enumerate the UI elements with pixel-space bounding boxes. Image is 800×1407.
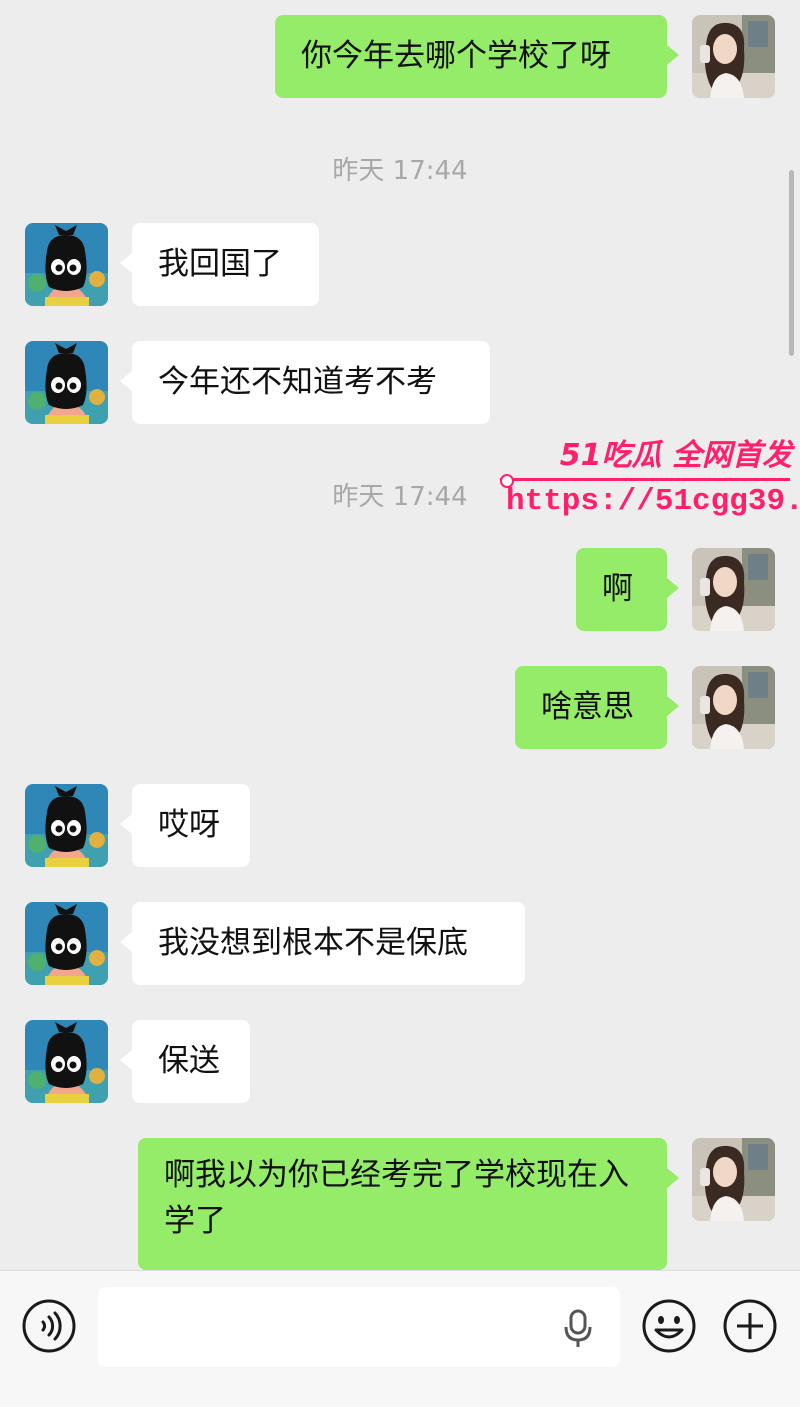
incoming-message[interactable]: 我回国了 (120, 223, 319, 306)
incoming-message[interactable]: 哎呀 (120, 784, 250, 867)
watermark-line (500, 478, 790, 481)
bubble-tail (667, 1168, 679, 1188)
my-avatar[interactable] (692, 1138, 775, 1221)
watermark: 51吃瓜 全网首发 https://51cgg39.com (500, 428, 800, 524)
message-text: 啊我以为你已经考完了学校现在入学了 (164, 1157, 629, 1239)
timestamp: 昨天 17:44 (332, 156, 468, 186)
microphone-icon[interactable] (562, 1309, 594, 1349)
watermark-brand: 51吃瓜 全网首发 (559, 438, 792, 473)
bubble-tail (667, 696, 679, 716)
bubble-tail (120, 371, 132, 391)
emoji-icon (642, 1299, 696, 1353)
bubble-tail (120, 253, 132, 273)
contact-avatar[interactable] (25, 1020, 108, 1103)
my-avatar[interactable] (692, 666, 775, 749)
bubble-tail (120, 932, 132, 952)
bubble-tail (120, 1050, 132, 1070)
my-avatar[interactable] (692, 15, 775, 98)
watermark-url: https://51cgg39.com (506, 484, 800, 519)
chat-area[interactable]: 你今年去哪个学校了呀 昨天 17:44 我回国了 今年还不知道考不考 昨天 17… (0, 0, 800, 1270)
bubble-tail (667, 45, 679, 65)
voice-mode-icon (22, 1299, 76, 1353)
incoming-message[interactable]: 我没想到根本不是保底 (120, 902, 525, 985)
contact-avatar[interactable] (25, 341, 108, 424)
outgoing-message[interactable]: 你今年去哪个学校了呀 (275, 15, 679, 98)
message-input[interactable] (98, 1287, 620, 1367)
incoming-message[interactable]: 保送 (120, 1020, 250, 1103)
more-button[interactable] (722, 1298, 778, 1354)
voice-mode-button[interactable] (21, 1298, 77, 1354)
bubble-tail (120, 814, 132, 834)
message-text: 啥意思 (541, 689, 634, 725)
message-text: 啊 (602, 571, 633, 607)
my-avatar[interactable] (692, 548, 775, 631)
contact-avatar[interactable] (25, 784, 108, 867)
message-text: 我回国了 (158, 246, 282, 282)
outgoing-message[interactable]: 啊 (576, 548, 679, 631)
contact-avatar[interactable] (25, 223, 108, 306)
plus-icon (723, 1299, 777, 1353)
incoming-message[interactable]: 今年还不知道考不考 (120, 341, 490, 424)
contact-avatar[interactable] (25, 902, 108, 985)
message-text: 今年还不知道考不考 (158, 364, 437, 400)
message-text: 你今年去哪个学校了呀 (301, 38, 611, 74)
bubble-tail (667, 578, 679, 598)
message-text: 哎呀 (158, 807, 220, 843)
emoji-button[interactable] (641, 1298, 697, 1354)
outgoing-message[interactable]: 啊我以为你已经考完了学校现在入学了 (138, 1138, 679, 1270)
message-text: 保送 (158, 1043, 220, 1079)
outgoing-message[interactable]: 啥意思 (515, 666, 679, 749)
scrollbar[interactable] (789, 170, 794, 356)
input-bar (0, 1270, 800, 1407)
message-text: 我没想到根本不是保底 (158, 925, 468, 961)
